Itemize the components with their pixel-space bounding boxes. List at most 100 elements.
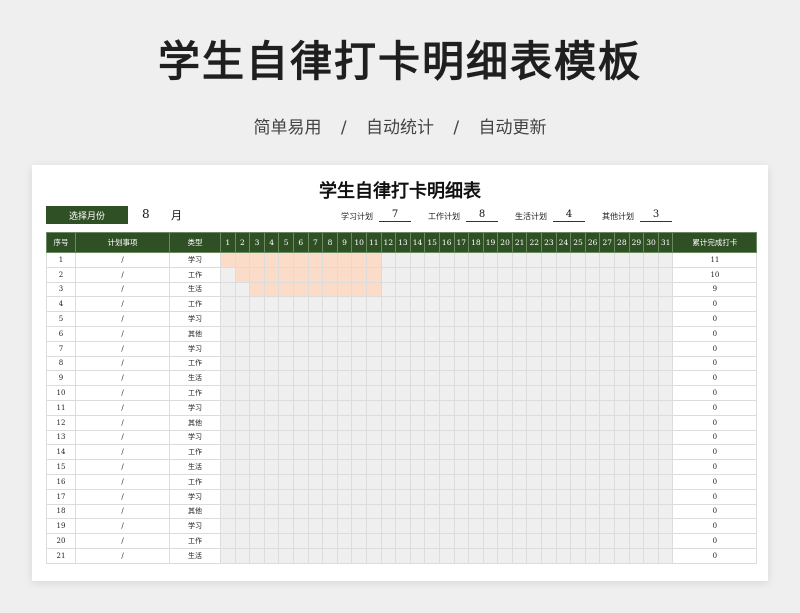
day-checkin-cell[interactable]: [322, 488, 338, 505]
row-type[interactable]: 工作: [169, 266, 221, 283]
day-checkin-cell[interactable]: [599, 444, 616, 461]
day-checkin-cell[interactable]: [570, 296, 586, 313]
day-checkin-cell[interactable]: [263, 266, 280, 283]
day-checkin-cell[interactable]: [263, 385, 280, 401]
day-checkin-cell[interactable]: [263, 473, 280, 490]
day-checkin-cell[interactable]: [380, 459, 397, 475]
day-checkin-cell[interactable]: [424, 429, 440, 446]
day-checkin-cell[interactable]: [657, 503, 674, 520]
day-checkin-cell[interactable]: [570, 429, 586, 446]
day-checkin-cell[interactable]: [322, 281, 338, 298]
day-checkin-cell[interactable]: [292, 444, 309, 461]
day-checkin-cell[interactable]: [322, 325, 338, 342]
day-checkin-cell[interactable]: [511, 488, 528, 505]
day-checkin-cell[interactable]: [468, 281, 484, 298]
day-checkin-cell[interactable]: [541, 370, 557, 387]
day-checkin-cell[interactable]: [541, 488, 557, 505]
day-checkin-cell[interactable]: [614, 385, 630, 401]
select-month-button[interactable]: 选择月份: [46, 206, 128, 224]
day-checkin-cell[interactable]: [541, 281, 557, 298]
day-checkin-cell[interactable]: [351, 399, 367, 416]
day-checkin-cell[interactable]: [380, 399, 397, 416]
day-checkin-cell[interactable]: [599, 325, 616, 342]
day-checkin-cell[interactable]: [584, 281, 601, 298]
day-checkin-cell[interactable]: [307, 266, 324, 283]
day-checkin-cell[interactable]: [395, 281, 411, 298]
day-checkin-cell[interactable]: [497, 325, 513, 342]
day-checkin-cell[interactable]: [511, 281, 528, 298]
day-checkin-cell[interactable]: [614, 399, 630, 416]
day-checkin-cell[interactable]: [395, 429, 411, 446]
day-checkin-cell[interactable]: [570, 311, 586, 327]
row-item[interactable]: /: [75, 473, 170, 490]
day-checkin-cell[interactable]: [570, 533, 586, 549]
row-type[interactable]: 学习: [169, 518, 221, 535]
day-checkin-cell[interactable]: [278, 503, 294, 520]
row-type[interactable]: 学习: [169, 252, 221, 268]
day-checkin-cell[interactable]: [541, 399, 557, 416]
day-checkin-cell[interactable]: [643, 444, 659, 461]
day-checkin-cell[interactable]: [526, 311, 543, 327]
day-checkin-cell[interactable]: [584, 385, 601, 401]
row-type[interactable]: 工作: [169, 355, 221, 372]
day-checkin-cell[interactable]: [220, 547, 236, 564]
day-checkin-cell[interactable]: [278, 547, 294, 564]
row-item[interactable]: /: [75, 296, 170, 313]
day-checkin-cell[interactable]: [643, 488, 659, 505]
day-checkin-cell[interactable]: [497, 444, 513, 461]
day-checkin-cell[interactable]: [292, 533, 309, 549]
day-checkin-cell[interactable]: [438, 385, 455, 401]
day-checkin-cell[interactable]: [438, 488, 455, 505]
day-checkin-cell[interactable]: [292, 399, 309, 416]
day-checkin-cell[interactable]: [322, 503, 338, 520]
day-checkin-cell[interactable]: [526, 547, 543, 564]
day-checkin-cell[interactable]: [453, 252, 470, 268]
day-checkin-cell[interactable]: [497, 370, 513, 387]
day-checkin-cell[interactable]: [278, 473, 294, 490]
day-checkin-cell[interactable]: [438, 414, 455, 431]
day-checkin-cell[interactable]: [380, 444, 397, 461]
day-checkin-cell[interactable]: [555, 533, 572, 549]
day-checkin-cell[interactable]: [292, 459, 309, 475]
day-checkin-cell[interactable]: [234, 503, 251, 520]
day-checkin-cell[interactable]: [409, 399, 426, 416]
day-checkin-cell[interactable]: [526, 370, 543, 387]
day-checkin-cell[interactable]: [424, 266, 440, 283]
day-checkin-cell[interactable]: [453, 311, 470, 327]
day-checkin-cell[interactable]: [497, 473, 513, 490]
day-checkin-cell[interactable]: [628, 252, 645, 268]
day-checkin-cell[interactable]: [249, 473, 265, 490]
day-checkin-cell[interactable]: [599, 547, 616, 564]
day-checkin-cell[interactable]: [278, 252, 294, 268]
day-checkin-cell[interactable]: [657, 325, 674, 342]
day-checkin-cell[interactable]: [351, 503, 367, 520]
day-checkin-cell[interactable]: [365, 252, 382, 268]
day-checkin-cell[interactable]: [643, 399, 659, 416]
day-checkin-cell[interactable]: [351, 370, 367, 387]
day-checkin-cell[interactable]: [380, 281, 397, 298]
day-checkin-cell[interactable]: [307, 444, 324, 461]
day-checkin-cell[interactable]: [249, 385, 265, 401]
day-checkin-cell[interactable]: [511, 533, 528, 549]
day-checkin-cell[interactable]: [570, 370, 586, 387]
day-checkin-cell[interactable]: [497, 266, 513, 283]
day-checkin-cell[interactable]: [643, 296, 659, 313]
day-checkin-cell[interactable]: [438, 503, 455, 520]
day-checkin-cell[interactable]: [263, 281, 280, 298]
day-checkin-cell[interactable]: [380, 414, 397, 431]
day-checkin-cell[interactable]: [468, 252, 484, 268]
day-checkin-cell[interactable]: [599, 355, 616, 372]
day-checkin-cell[interactable]: [614, 444, 630, 461]
day-checkin-cell[interactable]: [657, 459, 674, 475]
day-checkin-cell[interactable]: [336, 266, 353, 283]
day-checkin-cell[interactable]: [482, 414, 499, 431]
day-checkin-cell[interactable]: [570, 444, 586, 461]
day-checkin-cell[interactable]: [249, 355, 265, 372]
day-checkin-cell[interactable]: [453, 399, 470, 416]
day-checkin-cell[interactable]: [584, 311, 601, 327]
day-checkin-cell[interactable]: [365, 311, 382, 327]
day-checkin-cell[interactable]: [584, 296, 601, 313]
day-checkin-cell[interactable]: [409, 252, 426, 268]
day-checkin-cell[interactable]: [541, 473, 557, 490]
day-checkin-cell[interactable]: [278, 399, 294, 416]
